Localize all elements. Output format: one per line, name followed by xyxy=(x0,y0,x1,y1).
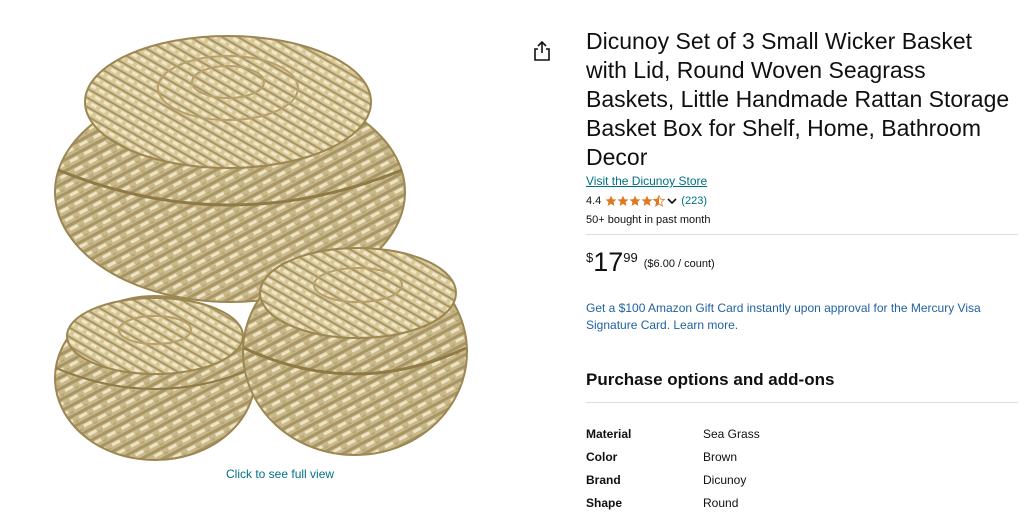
product-specs-table: Material Sea Grass Color Brown Brand Dic… xyxy=(586,427,760,519)
review-count[interactable]: (223) xyxy=(681,195,707,207)
rating-value: 4.4 xyxy=(586,195,602,207)
unit-price: ($6.00 / count) xyxy=(643,258,715,270)
product-image-area[interactable]: Click to see full view xyxy=(0,0,530,481)
spec-key: Brand xyxy=(586,473,621,487)
purchase-options-heading: Purchase options and add-ons xyxy=(586,370,835,389)
star-icon xyxy=(605,195,617,206)
credit-card-promo-link[interactable]: Get a $100 Amazon Gift Card instantly up… xyxy=(586,300,1018,334)
share-icon xyxy=(534,40,550,61)
price-symbol: $ xyxy=(586,250,594,265)
price: $ 17 99 ($6.00 / count) xyxy=(586,248,1018,278)
share-button[interactable] xyxy=(533,40,551,62)
spec-key: Shape xyxy=(586,496,623,510)
star-icon xyxy=(617,195,629,206)
spec-row: Color Brown xyxy=(586,450,760,473)
star-rating[interactable] xyxy=(605,195,666,207)
full-view-hint[interactable]: Click to see full view xyxy=(226,467,334,481)
divider xyxy=(586,234,1018,235)
chevron-down-icon[interactable] xyxy=(667,197,677,205)
spec-row: Brand Dicunoy xyxy=(586,473,760,496)
price-whole: 17 xyxy=(593,247,624,277)
divider xyxy=(586,402,1018,403)
spec-key: Material xyxy=(586,427,632,441)
spec-value: Round xyxy=(703,496,739,510)
half-star-icon xyxy=(653,195,666,207)
product-info: Dicunoy Set of 3 Small Wicker Basket wit… xyxy=(586,27,1018,519)
spec-value: Dicunoy xyxy=(703,473,747,487)
star-icon xyxy=(629,195,641,206)
bought-count: 50+ bought in past month xyxy=(586,214,711,226)
product-image[interactable] xyxy=(0,0,530,475)
store-link[interactable]: Visit the Dicunoy Store xyxy=(586,174,707,188)
spec-key: Color xyxy=(586,450,618,464)
star-icon xyxy=(641,195,653,206)
small-basket xyxy=(54,295,256,461)
spec-value: Brown xyxy=(703,450,738,464)
price-fraction: 99 xyxy=(623,250,638,265)
medium-basket xyxy=(242,247,468,456)
spec-row: Shape Round xyxy=(586,496,760,519)
spec-value: Sea Grass xyxy=(703,427,760,441)
product-title: Dicunoy Set of 3 Small Wicker Basket wit… xyxy=(586,28,1010,170)
spec-row: Material Sea Grass xyxy=(586,427,760,450)
rating-row: 4.4 (223) xyxy=(586,194,1018,208)
